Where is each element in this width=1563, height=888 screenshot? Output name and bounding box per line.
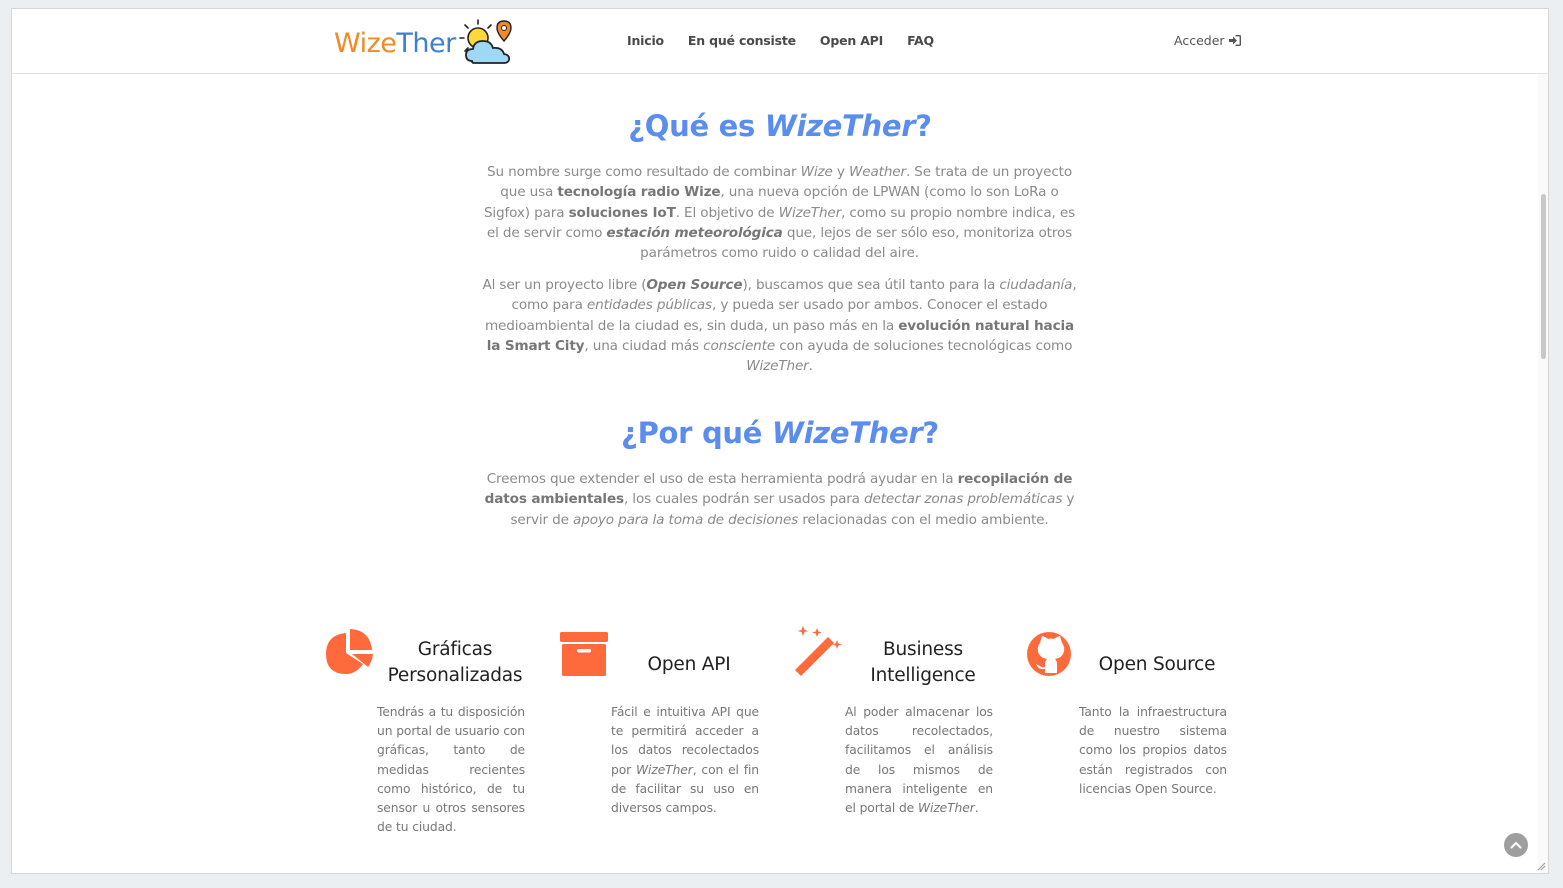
scrollbar-thumb[interactable] xyxy=(1541,194,1546,359)
nav-faq[interactable]: FAQ xyxy=(907,33,934,48)
logo-text-wize: Wize xyxy=(334,27,397,59)
feature-graficas-desc: Tendrás a tu disposición un portal de us… xyxy=(377,705,525,835)
github-icon xyxy=(1027,632,1071,676)
login-link[interactable]: Acceder xyxy=(1174,33,1241,48)
archive-box-icon xyxy=(560,632,608,676)
site-header: WizeTher Inicio En qué consiste Open API… xyxy=(12,9,1548,74)
why-title-brand: WizeTher xyxy=(771,416,923,450)
nav-en-que-consiste[interactable]: En qué consiste xyxy=(688,33,796,48)
why-title: ¿Por qué WizeTher? xyxy=(12,416,1548,450)
feature-bi-desc: Al poder almacenar los datos recolectado… xyxy=(845,705,993,816)
feature-graficas-title: Gráficas Personalizadas xyxy=(387,639,523,686)
back-to-top-button[interactable] xyxy=(1504,833,1528,857)
what-title-prefix: ¿Qué es xyxy=(628,109,765,143)
logo-text: WizeTher xyxy=(334,30,456,57)
login-label: Acceder xyxy=(1174,33,1225,48)
what-is-paragraph-1: Su nombre surge como resultado de combin… xyxy=(483,164,1076,262)
nav-open-api[interactable]: Open API xyxy=(820,33,883,48)
page-scrollbar[interactable] xyxy=(1538,74,1548,873)
what-is-title: ¿Qué es WizeTher? xyxy=(12,109,1548,143)
browser-viewport: WizeTher Inicio En qué consiste Open API… xyxy=(11,8,1549,874)
feature-open-source-title: Open Source xyxy=(1098,654,1216,675)
main-nav: Inicio En qué consiste Open API FAQ xyxy=(627,33,958,48)
why-paragraph: Creemos que extender el uso de esta herr… xyxy=(484,471,1075,528)
logo-text-ther: Ther xyxy=(396,27,456,59)
resize-grip-icon[interactable] xyxy=(1536,861,1546,871)
feature-open-api-desc: Fácil e intuitiva API que te permitirá a… xyxy=(611,705,759,816)
what-title-suffix: ? xyxy=(915,109,932,143)
chevron-up-icon xyxy=(1510,841,1522,849)
feature-open-source-desc: Tanto la infraestructura de nuestro sist… xyxy=(1079,705,1227,796)
what-title-brand: WizeTher xyxy=(764,109,916,143)
why-title-suffix: ? xyxy=(922,416,939,450)
pie-chart-icon xyxy=(326,629,373,674)
site-logo[interactable]: WizeTher xyxy=(334,19,518,67)
feature-bi-title: Business Intelligence xyxy=(870,639,976,686)
magic-wand-icon xyxy=(795,626,842,676)
nav-inicio[interactable]: Inicio xyxy=(627,33,664,48)
what-is-paragraph-2: Al ser un proyecto libre (Open Source), … xyxy=(482,277,1077,375)
feature-open-api-title: Open API xyxy=(647,654,731,675)
sign-in-icon xyxy=(1228,35,1241,46)
why-title-prefix: ¿Por qué xyxy=(621,416,772,450)
weather-cloud-icon xyxy=(458,19,512,64)
